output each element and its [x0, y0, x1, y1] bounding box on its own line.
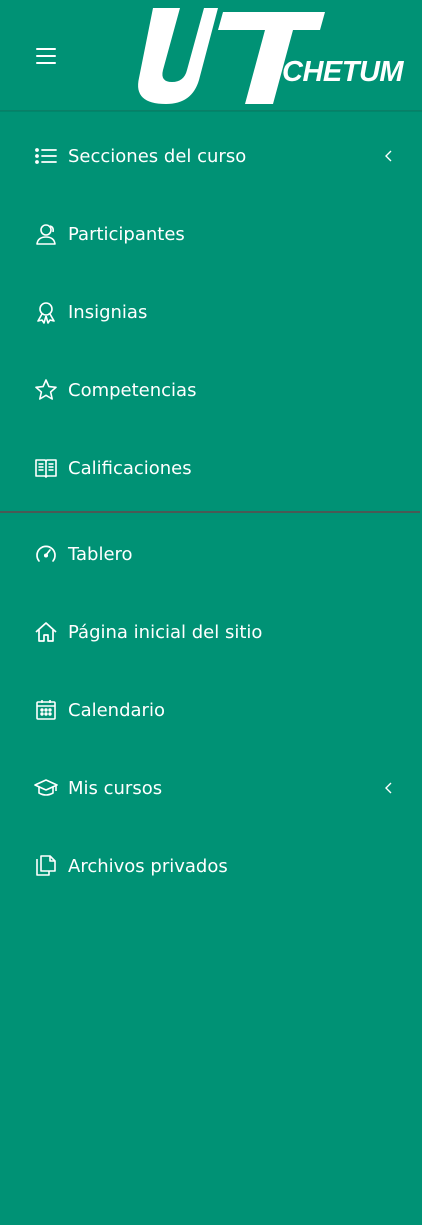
nav-item-archivos-privados[interactable]: Archivos privados [0, 827, 422, 905]
nav-item-label: Competencias [68, 379, 197, 401]
site-logo[interactable]: CHETUM [125, 8, 422, 108]
nav-item-insignias[interactable]: Insignias [0, 273, 422, 351]
nav-item-label: Archivos privados [68, 855, 228, 877]
logo-text: CHETUM [282, 56, 404, 88]
nav-item-label: Insignias [68, 301, 148, 323]
nav-item-label: Tablero [68, 543, 133, 565]
nav-item-label: Calendario [68, 699, 165, 721]
app-header: CHETUM [0, 0, 422, 111]
star-icon [34, 376, 66, 404]
list-icon [34, 142, 66, 170]
nav-item-calendario[interactable]: Calendario [0, 671, 422, 749]
nav-item-label: Calificaciones [68, 457, 192, 479]
nav-item-label: Participantes [68, 223, 185, 245]
nav-item-pagina-inicial[interactable]: Página inicial del sitio [0, 593, 422, 671]
book-icon [34, 454, 66, 482]
nav-item-label: Página inicial del sitio [68, 621, 263, 643]
graduation-cap-icon [34, 774, 66, 802]
nav-item-secciones-del-curso[interactable]: Secciones del curso [0, 117, 422, 195]
menu-divider [0, 511, 420, 513]
site-navigation: Tablero Página inicial del sitio Calenda… [0, 515, 422, 905]
calendar-icon [34, 696, 66, 724]
files-icon [34, 852, 66, 880]
home-icon [34, 618, 66, 646]
badge-icon [34, 298, 66, 326]
nav-item-label: Mis cursos [68, 777, 163, 799]
nav-item-tablero[interactable]: Tablero [0, 515, 422, 593]
chevron-left-icon[interactable] [384, 149, 394, 163]
nav-item-calificaciones[interactable]: Calificaciones [0, 429, 422, 507]
users-icon [34, 220, 66, 248]
nav-item-participantes[interactable]: Participantes [0, 195, 422, 273]
dashboard-icon [34, 540, 66, 568]
chevron-left-icon[interactable] [384, 781, 394, 795]
nav-item-mis-cursos[interactable]: Mis cursos [0, 749, 422, 827]
nav-item-competencias[interactable]: Competencias [0, 351, 422, 429]
hamburger-menu-icon[interactable] [36, 48, 56, 64]
course-navigation: Secciones del curso Participantes Insign… [0, 117, 422, 507]
nav-item-label: Secciones del curso [68, 145, 247, 167]
